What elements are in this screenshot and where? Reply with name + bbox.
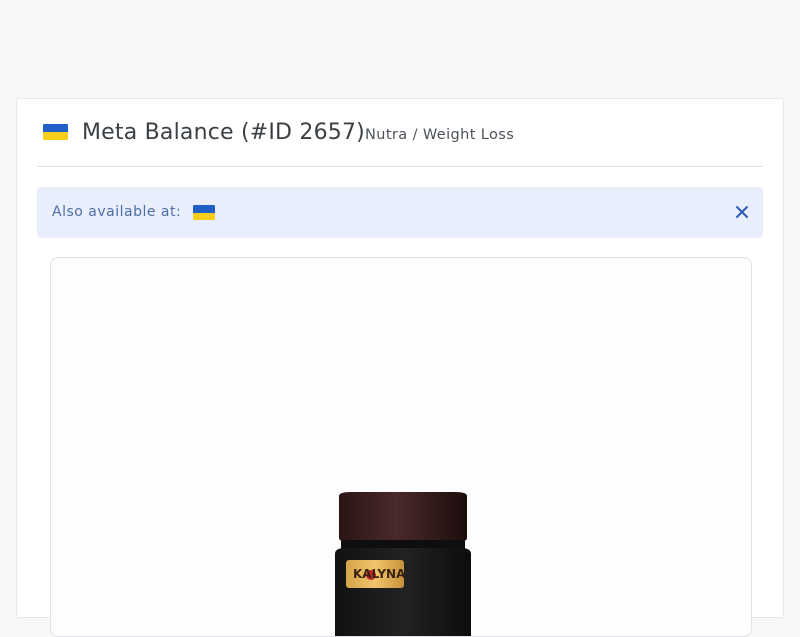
alert-label: Also available at:: [52, 204, 182, 220]
ukraine-flag-icon[interactable]: [193, 205, 215, 220]
availability-alert: Also available at:: [37, 187, 763, 238]
offer-title: Meta Balance (#ID 2657): [82, 120, 365, 145]
product-label-text: KALYNA: [353, 567, 406, 581]
ukraine-flag-icon: [43, 124, 68, 140]
offer-card: Meta Balance (#ID 2657) Nutra / Weight L…: [16, 98, 784, 637]
offer-header: Meta Balance (#ID 2657) Nutra / Weight L…: [37, 117, 763, 167]
product-preview[interactable]: KALYNA: [50, 257, 752, 637]
offer-category: Nutra / Weight Loss: [365, 127, 515, 143]
product-image: KALYNA: [335, 492, 471, 636]
close-icon[interactable]: [733, 203, 751, 221]
